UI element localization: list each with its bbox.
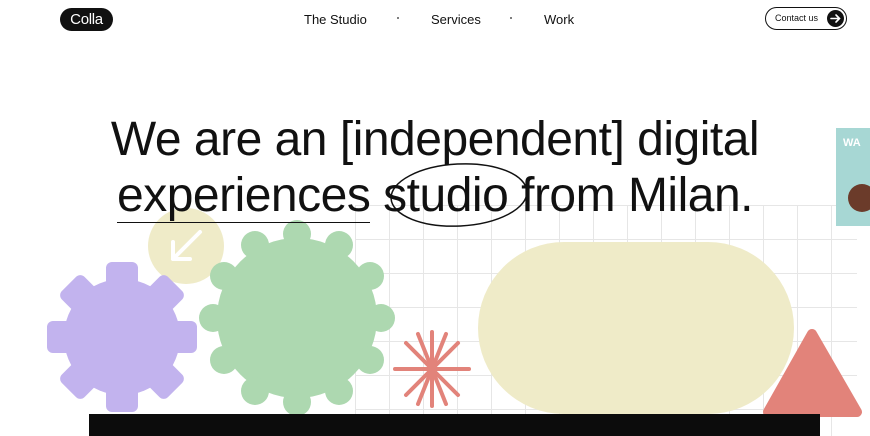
purple-gear-shape <box>47 262 197 412</box>
hero-text: digital <box>637 113 760 166</box>
bottom-black-bar <box>89 414 820 436</box>
hero-text-independent: independent <box>352 113 612 166</box>
hero-text: from Milan. <box>521 169 753 222</box>
bracketed-word: [independent] <box>339 113 625 166</box>
coral-asterisk-shape <box>393 330 471 408</box>
hero-text-experiences: experiences <box>117 169 371 223</box>
hero-line-1: We are an [independent] digital <box>0 116 870 164</box>
hero-line-2: experiences studio from Milan. <box>0 169 870 223</box>
hero-text: We are an <box>110 113 328 166</box>
green-blob-shape <box>199 220 395 416</box>
coral-triangle-shape <box>763 329 862 417</box>
hero-text-studio: studio <box>383 169 509 222</box>
